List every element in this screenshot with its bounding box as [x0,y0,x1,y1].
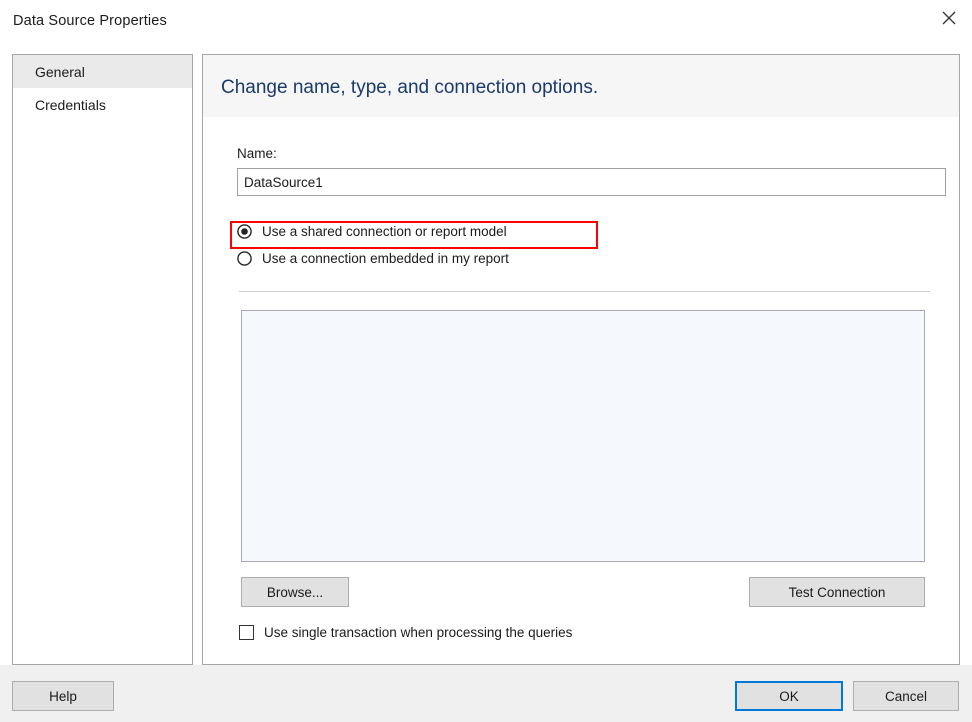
title-bar: Data Source Properties [0,0,972,44]
close-icon[interactable] [926,0,972,36]
sidebar-item-label: Credentials [35,97,106,113]
help-button[interactable]: Help [12,681,114,711]
sidebar-item-label: General [35,64,85,80]
name-input[interactable] [237,168,946,196]
sidebar-item-credentials[interactable]: Credentials [13,88,192,121]
checkbox-label: Use single transaction when processing t… [264,625,572,640]
section-divider [239,291,930,292]
single-transaction-checkbox[interactable]: Use single transaction when processing t… [239,625,572,640]
window-title: Data Source Properties [13,13,167,29]
nav-panel: General Credentials [12,54,193,665]
ok-button[interactable]: OK [735,681,843,711]
radio-unselected-icon [237,251,252,266]
test-connection-button[interactable]: Test Connection [749,577,925,607]
radio-embedded-connection[interactable]: Use a connection embedded in my report [237,251,509,266]
browse-button[interactable]: Browse... [241,577,349,607]
sidebar-item-general[interactable]: General [13,55,192,88]
cancel-button[interactable]: Cancel [853,681,959,711]
content-header: Change name, type, and connection option… [203,55,959,117]
page-title: Change name, type, and connection option… [221,77,598,99]
footer-bar: Help OK Cancel [0,665,972,722]
radio-label: Use a connection embedded in my report [262,251,509,266]
checkbox-unchecked-icon [239,625,254,640]
radio-shared-connection[interactable]: Use a shared connection or report model [237,224,507,239]
radio-label: Use a shared connection or report model [262,224,507,239]
name-label: Name: [237,146,277,161]
content-panel: Change name, type, and connection option… [202,54,960,665]
radio-selected-icon [237,224,252,239]
connection-listbox[interactable] [241,310,925,562]
